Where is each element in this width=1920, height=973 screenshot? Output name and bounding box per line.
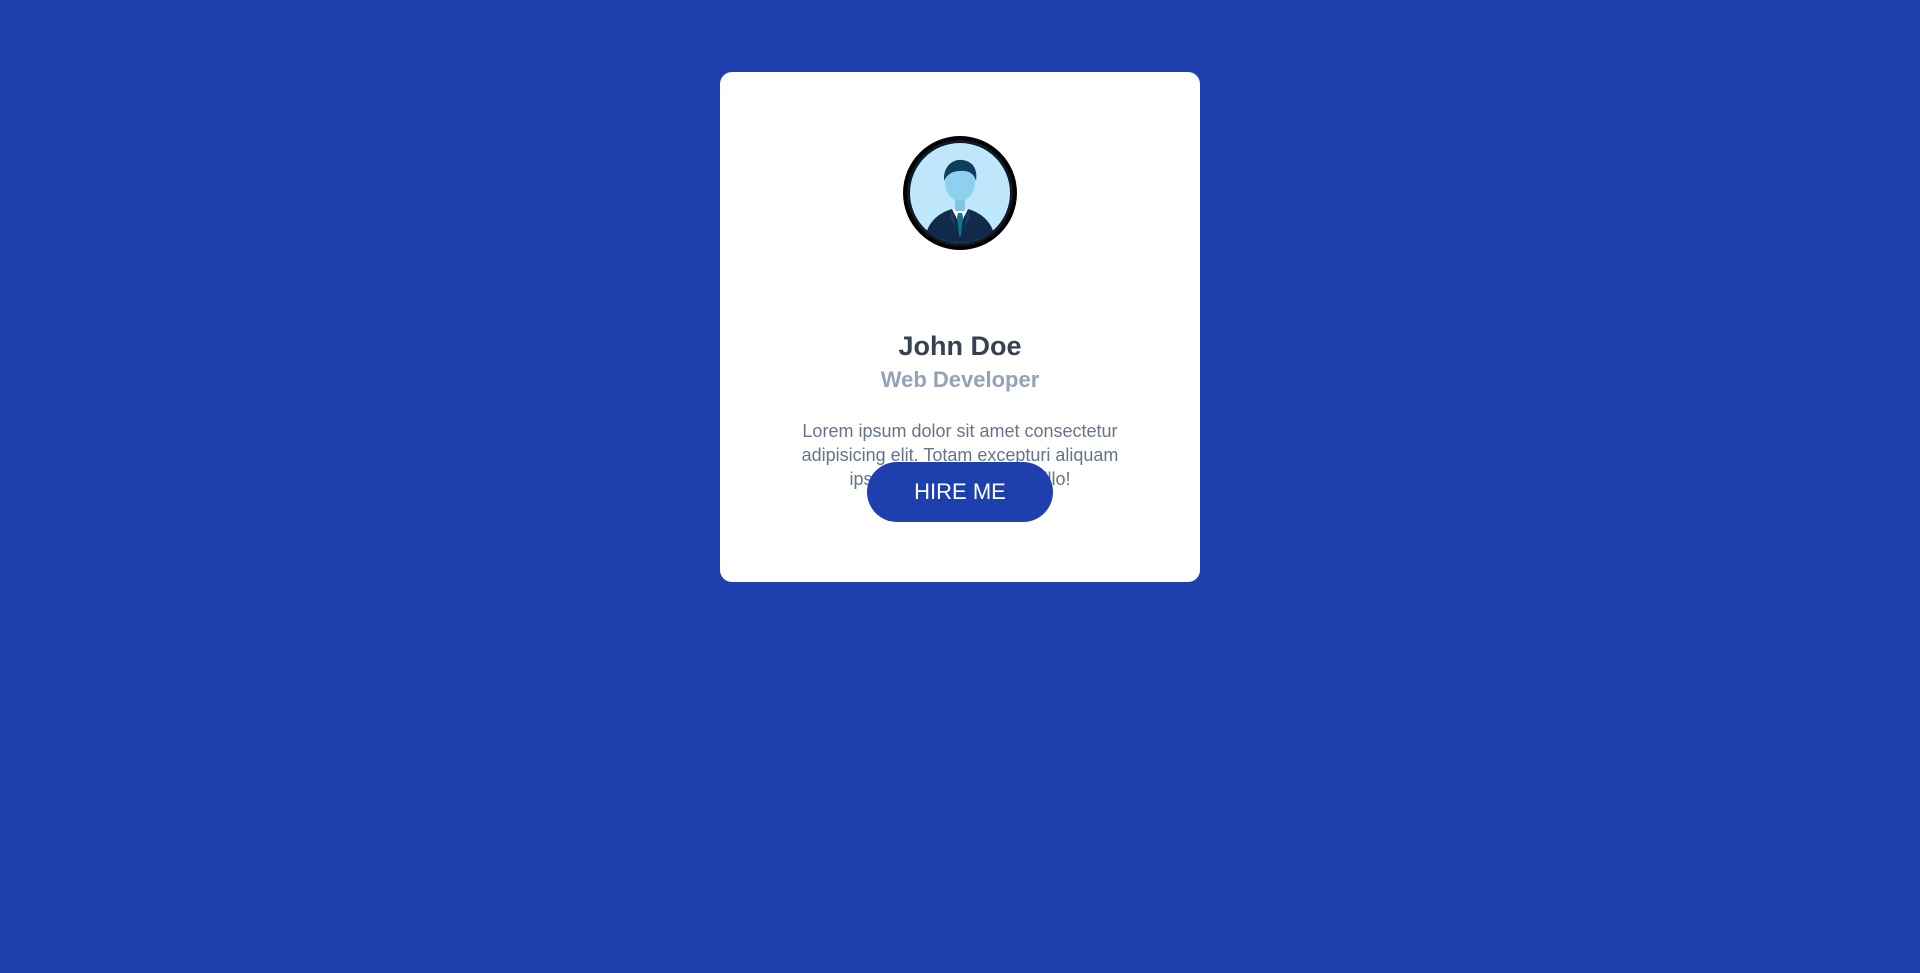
- profile-card: John Doe Web Developer Lorem ipsum dolor…: [720, 72, 1200, 582]
- profile-role: Web Developer: [880, 367, 1040, 392]
- avatar: [903, 136, 1017, 250]
- profile-name: John Doe: [898, 331, 1022, 361]
- avatar-frame: [907, 140, 1013, 246]
- businessman-avatar-icon: [910, 143, 1010, 243]
- hire-me-button[interactable]: HIRE ME: [867, 462, 1053, 522]
